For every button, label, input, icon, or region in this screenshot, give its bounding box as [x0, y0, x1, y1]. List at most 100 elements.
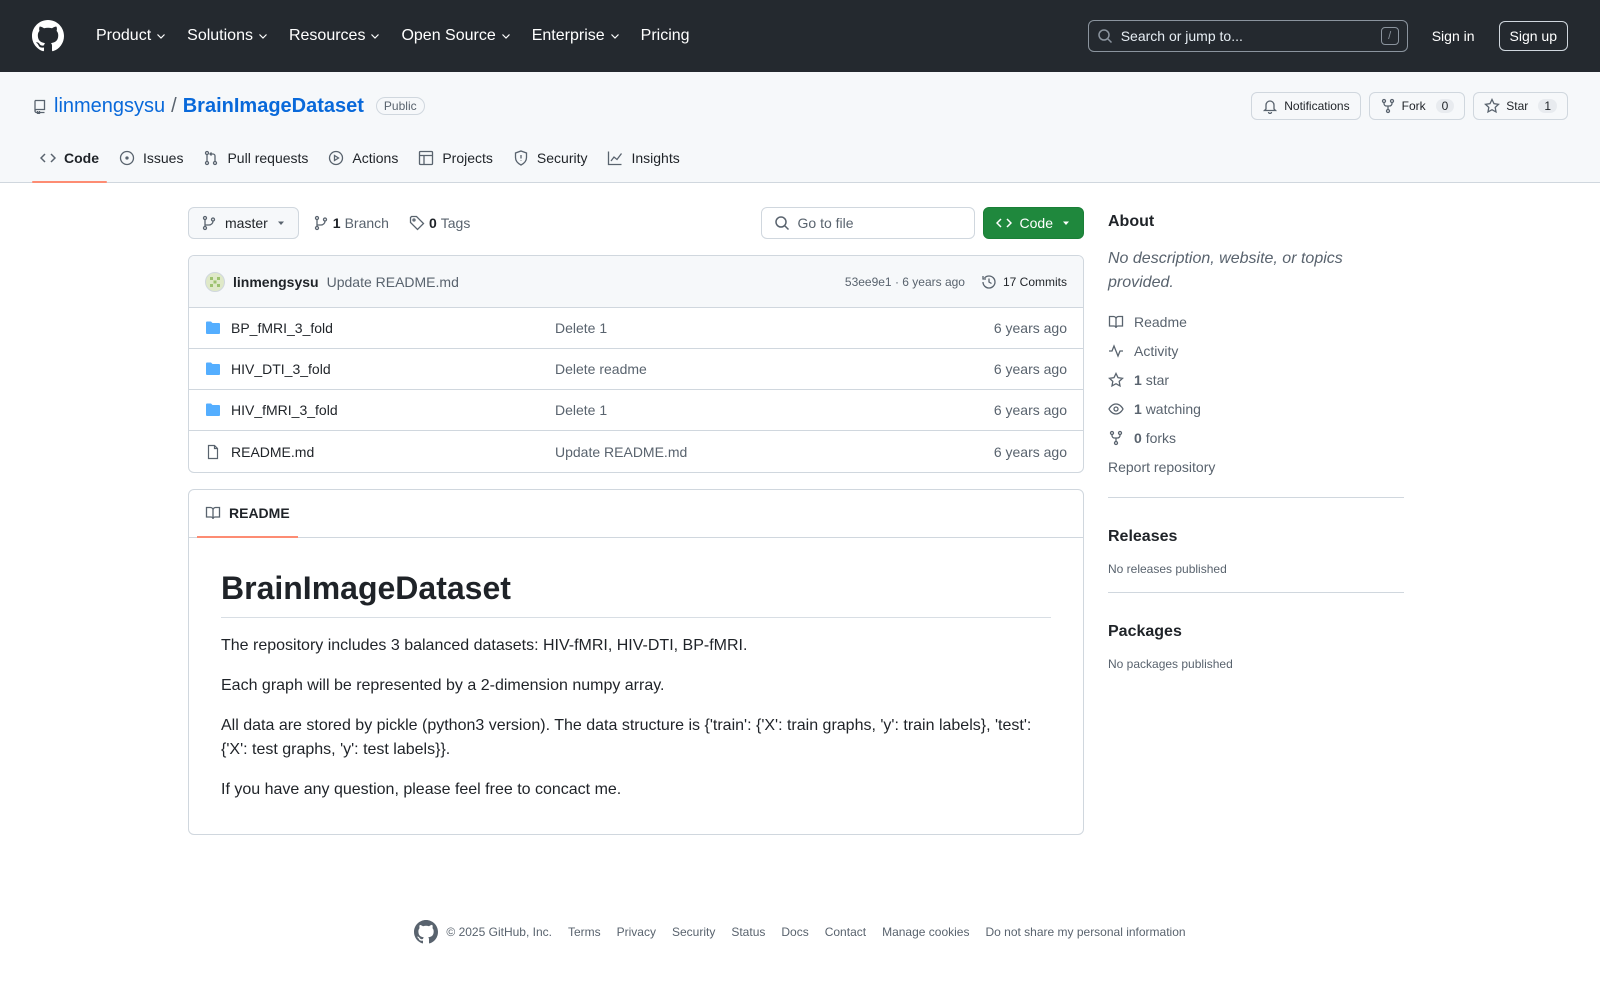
github-logo-icon[interactable]	[414, 920, 439, 944]
readme-link[interactable]: Readme	[1108, 307, 1404, 336]
header-right: Search or jump to... / Sign in Sign up	[1087, 20, 1568, 52]
code-dropdown-button[interactable]: Code	[982, 207, 1084, 239]
identicon-icon	[210, 276, 220, 287]
footer-link-security[interactable]: Security	[672, 925, 715, 939]
activity-link[interactable]: Activity	[1108, 336, 1404, 365]
readme-paragraph: Each graph will be represented by a 2-di…	[221, 677, 665, 694]
nav-enterprise[interactable]: Enterprise	[524, 21, 629, 51]
packages-section: Packages No packages published	[1108, 617, 1404, 687]
tab-label: Projects	[442, 150, 493, 166]
readme-title: BrainImageDataset	[221, 570, 1051, 618]
play-circle-icon	[329, 150, 344, 166]
folder-icon	[206, 403, 220, 416]
sign-up-button[interactable]: Sign up	[1498, 21, 1568, 51]
commit-message-link[interactable]: Update README.md	[327, 274, 459, 290]
file-name-link[interactable]: BP_fMRI_3_fold	[231, 320, 333, 336]
about-section: About No description, website, or topics…	[1108, 207, 1404, 498]
commit-hash-age[interactable]: 53ee9e1 · 6 years ago	[845, 275, 965, 289]
star-button[interactable]: Star 1	[1473, 92, 1568, 120]
table-row[interactable]: BP_fMRI_3_fold Delete 1 6 years ago	[189, 308, 1083, 349]
forks-link[interactable]: 0 forks	[1108, 423, 1404, 452]
footer-link-status[interactable]: Status	[731, 925, 765, 939]
repo-owner-link[interactable]: linmengsysu	[54, 95, 165, 118]
global-header: Product Solutions Resources Open Source …	[0, 0, 1600, 72]
nav-solutions[interactable]: Solutions	[179, 21, 277, 51]
file-age: 6 years ago	[993, 402, 1067, 418]
nav-open-source[interactable]: Open Source	[393, 21, 519, 51]
footer-link-terms[interactable]: Terms	[568, 925, 601, 939]
tab-code[interactable]: Code	[32, 134, 107, 183]
nav-label: Pricing	[640, 27, 690, 44]
commit-meta: 53ee9e1 · 6 years ago 17 Commits	[845, 274, 1067, 290]
file-age: 6 years ago	[993, 320, 1067, 336]
tab-security[interactable]: Security	[505, 134, 596, 182]
branches-link[interactable]: 1 Branch	[307, 215, 395, 231]
search-icon	[774, 216, 789, 231]
tab-readme[interactable]: README	[197, 489, 298, 538]
packages-title[interactable]: Packages	[1108, 617, 1404, 641]
repo-separator: /	[171, 94, 177, 117]
code-icon	[40, 153, 56, 163]
file-commit-message[interactable]: Delete readme	[555, 361, 994, 377]
tab-pull-requests[interactable]: Pull requests	[195, 134, 316, 182]
go-to-file-input[interactable]: Go to file	[760, 207, 975, 239]
github-logo-icon[interactable]	[32, 20, 64, 52]
file-table: linmengsysu Update README.md 53ee9e1 · 6…	[188, 255, 1084, 473]
latest-commit-row: linmengsysu Update README.md 53ee9e1 · 6…	[189, 256, 1083, 308]
tags-link[interactable]: 0 Tags	[403, 215, 476, 231]
tab-projects[interactable]: Projects	[410, 134, 501, 182]
fork-icon	[1381, 98, 1394, 114]
repo-actions: Notifications Fork 0 Star 1	[1251, 92, 1568, 120]
branch-selector[interactable]: master	[188, 207, 299, 239]
table-row[interactable]: HIV_fMRI_3_fold Delete 1 6 years ago	[189, 390, 1083, 431]
chevron-down-icon	[157, 34, 166, 39]
file-commit-message[interactable]: Delete 1	[555, 320, 994, 336]
table-row[interactable]: HIV_DTI_3_fold Delete readme 6 years ago	[189, 349, 1083, 390]
avatar[interactable]	[205, 271, 225, 292]
forks-count: 0	[1134, 429, 1142, 446]
nav-pricing[interactable]: Pricing	[633, 21, 698, 51]
table-row[interactable]: README.md Update README.md 6 years ago	[189, 431, 1083, 472]
fork-button[interactable]: Fork 0	[1368, 92, 1466, 120]
stars-label: star	[1145, 371, 1170, 388]
copyright-text: © 2025 GitHub, Inc.	[446, 925, 552, 939]
code-button-label: Code	[1019, 215, 1053, 231]
commit-author-link[interactable]: linmengsysu	[233, 274, 319, 290]
footer-link-privacy[interactable]: Privacy	[617, 925, 656, 939]
notifications-button[interactable]: Notifications	[1251, 92, 1361, 120]
tab-actions[interactable]: Actions	[320, 134, 406, 182]
readme-tab-label: README	[229, 505, 290, 521]
commits-history-link[interactable]: 17 Commits	[981, 274, 1067, 290]
repo-name-link[interactable]: BrainImageDataset	[183, 95, 364, 118]
global-search-input[interactable]: Search or jump to... /	[1087, 20, 1408, 52]
nav-label: Open Source	[401, 27, 496, 44]
file-commit-message[interactable]: Update README.md	[555, 444, 994, 460]
file-name-link[interactable]: HIV_DTI_3_fold	[231, 361, 331, 377]
releases-title[interactable]: Releases	[1108, 522, 1404, 546]
sign-in-link[interactable]: Sign in	[1420, 22, 1487, 50]
stars-link[interactable]: 1 star	[1108, 365, 1404, 394]
footer-link-do-not-share[interactable]: Do not share my personal information	[985, 925, 1185, 939]
file-name-cell: README.md	[205, 444, 555, 460]
tab-insights[interactable]: Insights	[599, 134, 687, 182]
chevron-down-icon	[259, 34, 267, 39]
chevron-down-icon	[371, 34, 380, 39]
footer-link-manage-cookies[interactable]: Manage cookies	[882, 925, 969, 939]
tab-label: Code	[64, 150, 99, 166]
tab-issues[interactable]: Issues	[111, 134, 191, 182]
watchers-link[interactable]: 1 watching	[1108, 394, 1404, 423]
table-icon	[419, 150, 434, 166]
footer-link-contact[interactable]: Contact	[825, 925, 866, 939]
footer-link-docs[interactable]: Docs	[781, 925, 808, 939]
file-name-link[interactable]: README.md	[231, 444, 314, 460]
fork-icon	[1109, 430, 1123, 445]
file-name-link[interactable]: HIV_fMRI_3_fold	[231, 402, 338, 418]
file-commit-message[interactable]: Delete 1	[555, 402, 994, 418]
report-repository-link[interactable]: Report repository	[1108, 452, 1404, 481]
nav-resources[interactable]: Resources	[281, 21, 389, 51]
readme-paragraph: All data are stored by pickle (python3 v…	[221, 717, 1032, 758]
branch-icon	[202, 215, 216, 231]
chevron-down-icon	[610, 34, 619, 39]
nav-product[interactable]: Product	[88, 21, 175, 51]
readme-body: BrainImageDataset The repository include…	[189, 538, 1083, 834]
